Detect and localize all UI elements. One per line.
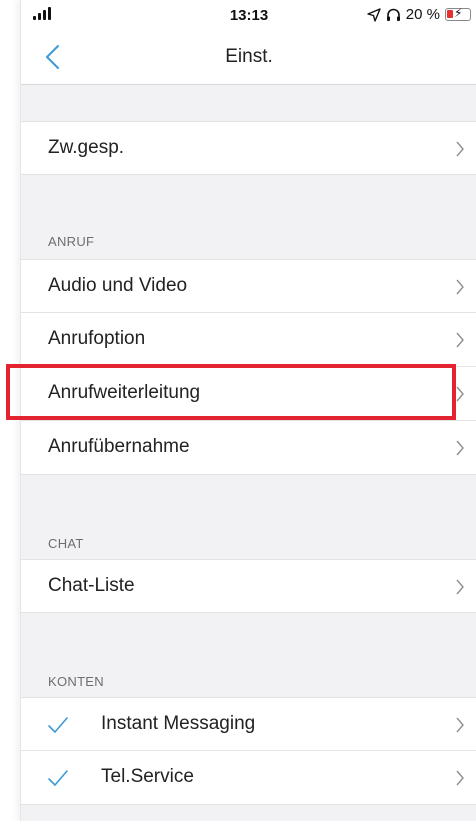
- chevron-right-icon: [456, 141, 464, 157]
- row-label: Anrufübernahme: [48, 436, 190, 457]
- chevron-right-icon: [456, 332, 464, 348]
- section-header-konten: KONTEN: [48, 674, 104, 689]
- chevron-right-icon: [456, 386, 464, 402]
- row-label: Zw.gesp.: [48, 137, 125, 158]
- page-title: Einst.: [225, 46, 273, 67]
- settings-row-chat-liste[interactable]: Chat-Liste: [21, 559, 476, 613]
- chevron-right-icon: [456, 440, 464, 456]
- settings-row-anrufuebernahme[interactable]: Anrufübernahme: [21, 421, 476, 475]
- section-header-anruf: ANRUF: [48, 234, 95, 249]
- settings-screen: 13:13 20 % ⚡ Einst. Zw.gesp. ANRUF Audio…: [20, 0, 476, 821]
- settings-row-audio-video[interactable]: Audio und Video: [21, 259, 476, 313]
- settings-row-anrufoption[interactable]: Anrufoption: [21, 313, 476, 367]
- row-label: Instant Messaging: [101, 713, 256, 734]
- row-label: Audio und Video: [48, 275, 188, 296]
- status-bar: 13:13 20 % ⚡: [21, 0, 476, 30]
- battery-percent: 20 %: [405, 6, 440, 23]
- checkmark-icon: [48, 717, 68, 733]
- settings-row-instant-messaging[interactable]: Instant Messaging: [21, 697, 476, 751]
- chevron-right-icon: [456, 770, 464, 786]
- chevron-right-icon: [456, 279, 464, 295]
- row-label: Tel.Service: [101, 766, 194, 787]
- section-header-chat: CHAT: [48, 536, 84, 551]
- chevron-right-icon: [456, 579, 464, 595]
- checkmark-icon: [48, 770, 68, 786]
- settings-row-tel-service[interactable]: Tel.Service: [21, 751, 476, 805]
- chevron-right-icon: [456, 717, 464, 733]
- row-label: Anrufweiterleitung: [48, 382, 201, 403]
- location-arrow-icon: [367, 7, 381, 22]
- settings-row-zwgesp[interactable]: Zw.gesp.: [21, 121, 476, 175]
- headphones-icon: [386, 8, 400, 21]
- row-label: Anrufoption: [48, 328, 146, 349]
- nav-bar: Einst.: [21, 30, 476, 85]
- battery-icon: ⚡: [445, 6, 471, 21]
- row-label: Chat-Liste: [48, 575, 135, 596]
- settings-row-anrufweiterleitung[interactable]: Anrufweiterleitung: [21, 367, 476, 421]
